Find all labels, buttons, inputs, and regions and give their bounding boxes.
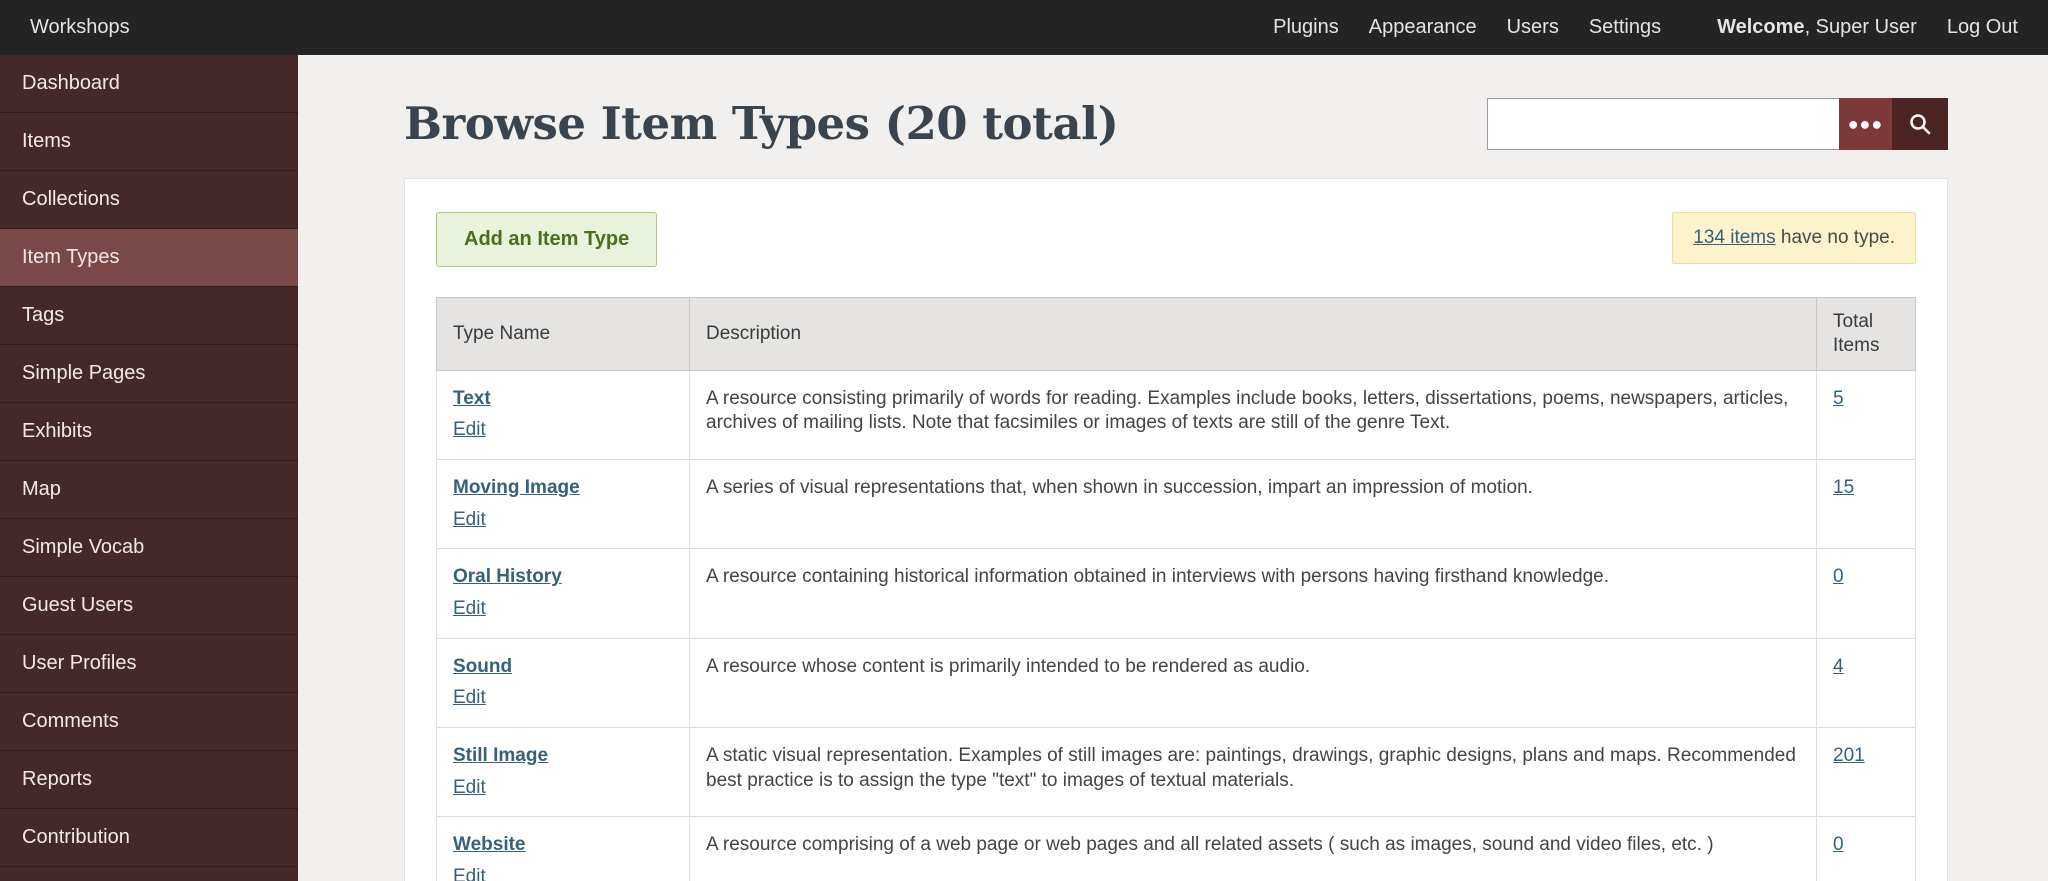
- no-type-notice: 134 items have no type.: [1672, 212, 1916, 264]
- sidebar-item-simple-vocab[interactable]: Simple Vocab: [0, 519, 298, 577]
- content-panel: Add an Item Type 134 items have no type.…: [404, 178, 1948, 881]
- sidebar-item-comments[interactable]: Comments: [0, 693, 298, 751]
- sidebar-item-label[interactable]: User Profiles: [22, 652, 136, 675]
- type-name-link[interactable]: Text: [453, 387, 491, 412]
- welcome-text: Welcome, Super User: [1717, 16, 1917, 39]
- welcome-bold: Welcome: [1717, 16, 1805, 38]
- total-items-link[interactable]: 0: [1833, 834, 1844, 855]
- table-row: Sound Edit A resource whose content is pri…: [436, 637, 1916, 729]
- total-items-link[interactable]: 201: [1833, 745, 1865, 766]
- advanced-search-button[interactable]: ●●●: [1839, 97, 1892, 150]
- sidebar-item-label[interactable]: Dashboard: [22, 72, 120, 95]
- edit-link[interactable]: Edit: [453, 597, 486, 622]
- column-header-total-items: Total Items: [1816, 297, 1916, 371]
- no-type-notice-text: have no type.: [1775, 227, 1895, 248]
- sidebar-item-label[interactable]: Simple Vocab: [22, 536, 144, 559]
- sidebar-item-label[interactable]: Map: [22, 478, 61, 501]
- search-icon: [1910, 113, 1931, 134]
- sidebar-item-map[interactable]: Map: [0, 461, 298, 519]
- table-row: Still Image Edit A static visual represent…: [436, 726, 1916, 818]
- type-name-link[interactable]: Website: [453, 833, 526, 858]
- type-description: A resource whose content is primarily in…: [689, 637, 1817, 729]
- table-header-row: Type Name Description Total Items: [436, 297, 1916, 371]
- no-type-count-link[interactable]: 134 items: [1693, 227, 1775, 248]
- top-bar: Workshops Plugins Appearance Users Setti…: [0, 0, 2048, 55]
- edit-link[interactable]: Edit: [453, 865, 486, 881]
- edit-link[interactable]: Edit: [453, 508, 486, 533]
- topbar-link-appearance[interactable]: Appearance: [1369, 16, 1477, 39]
- sidebar-item-label[interactable]: Item Types: [22, 246, 119, 269]
- table-row: Text Edit A resource consisting primarily …: [436, 369, 1916, 460]
- column-header-type-name: Type Name: [436, 297, 690, 371]
- sidebar-item-label[interactable]: Tags: [22, 304, 64, 327]
- sidebar-item-exhibits[interactable]: Exhibits: [0, 403, 298, 461]
- type-description: A resource comprising of a web page or w…: [689, 816, 1817, 881]
- topbar-nav: Plugins Appearance Users Settings Welcom…: [1273, 16, 2018, 39]
- sidebar-item-guest-users[interactable]: Guest Users: [0, 577, 298, 635]
- sidebar-menu: Dashboard Items Collections Item Types Tags S…: [0, 55, 298, 867]
- sidebar: Dashboard Items Collections Item Types Tags S…: [0, 55, 298, 881]
- search-input[interactable]: [1487, 97, 1839, 150]
- type-description: A static visual representation. Examples…: [689, 726, 1817, 818]
- type-description: A resource containing historical informa…: [689, 548, 1817, 639]
- sidebar-item-collections[interactable]: Collections: [0, 171, 298, 229]
- topbar-link-settings[interactable]: Settings: [1589, 16, 1661, 39]
- sidebar-item-item-types[interactable]: Item Types: [0, 229, 298, 287]
- type-name-link[interactable]: Oral History: [453, 565, 562, 590]
- sidebar-item-label[interactable]: Exhibits: [22, 420, 92, 443]
- add-item-type-button[interactable]: Add an Item Type: [436, 212, 658, 267]
- sidebar-item-label[interactable]: Simple Pages: [22, 362, 145, 385]
- type-name-link[interactable]: Still Image: [453, 744, 548, 769]
- total-items-link[interactable]: 5: [1833, 388, 1844, 409]
- search-box: ●●●: [1487, 97, 1948, 150]
- column-header-description: Description: [689, 297, 1817, 371]
- sidebar-item-user-profiles[interactable]: User Profiles: [0, 635, 298, 693]
- total-items-link[interactable]: 4: [1833, 656, 1844, 677]
- site-title-link[interactable]: Workshops: [30, 16, 130, 39]
- panel-top: Add an Item Type 134 items have no type.: [436, 212, 1916, 267]
- search-button[interactable]: [1892, 97, 1948, 150]
- page-header: Browse Item Types (20 total) ●●●: [404, 97, 1948, 150]
- item-types-table: Type Name Description Total Items Text Ed…: [436, 297, 1916, 881]
- edit-link[interactable]: Edit: [453, 418, 486, 443]
- type-name-link[interactable]: Sound: [453, 655, 512, 680]
- sidebar-item-label[interactable]: Reports: [22, 768, 92, 791]
- sidebar-item-label[interactable]: Collections: [22, 188, 120, 211]
- sidebar-item-contribution[interactable]: Contribution: [0, 809, 298, 867]
- main-content: Browse Item Types (20 total) ●●● Add an …: [298, 55, 2048, 881]
- edit-link[interactable]: Edit: [453, 686, 486, 711]
- table-row: Moving Image Edit A series of visual repre…: [436, 458, 1916, 550]
- logout-link[interactable]: Log Out: [1947, 16, 2018, 39]
- topbar-link-plugins[interactable]: Plugins: [1273, 16, 1339, 39]
- sidebar-item-label[interactable]: Comments: [22, 710, 119, 733]
- type-description: A series of visual representations that,…: [689, 458, 1817, 550]
- edit-link[interactable]: Edit: [453, 776, 486, 801]
- sidebar-item-label[interactable]: Contribution: [22, 826, 130, 849]
- total-items-link[interactable]: 15: [1833, 477, 1854, 498]
- page-title: Browse Item Types (20 total): [404, 97, 1119, 150]
- sidebar-item-dashboard[interactable]: Dashboard: [0, 55, 298, 113]
- type-description: A resource consisting primarily of words…: [689, 369, 1817, 460]
- table-row: Website Edit A resource comprising of a we…: [436, 816, 1916, 881]
- welcome-username: , Super User: [1804, 16, 1917, 38]
- sidebar-item-label[interactable]: Guest Users: [22, 594, 133, 617]
- type-name-link[interactable]: Moving Image: [453, 476, 580, 501]
- table-row: Oral History Edit A resource containing hi…: [436, 548, 1916, 639]
- sidebar-item-simple-pages[interactable]: Simple Pages: [0, 345, 298, 403]
- ellipsis-icon: ●●●: [1847, 113, 1884, 134]
- topbar-link-users[interactable]: Users: [1507, 16, 1559, 39]
- sidebar-item-items[interactable]: Items: [0, 113, 298, 171]
- sidebar-item-label[interactable]: Items: [22, 130, 71, 153]
- total-items-link[interactable]: 0: [1833, 566, 1844, 587]
- sidebar-item-tags[interactable]: Tags: [0, 287, 298, 345]
- sidebar-item-reports[interactable]: Reports: [0, 751, 298, 809]
